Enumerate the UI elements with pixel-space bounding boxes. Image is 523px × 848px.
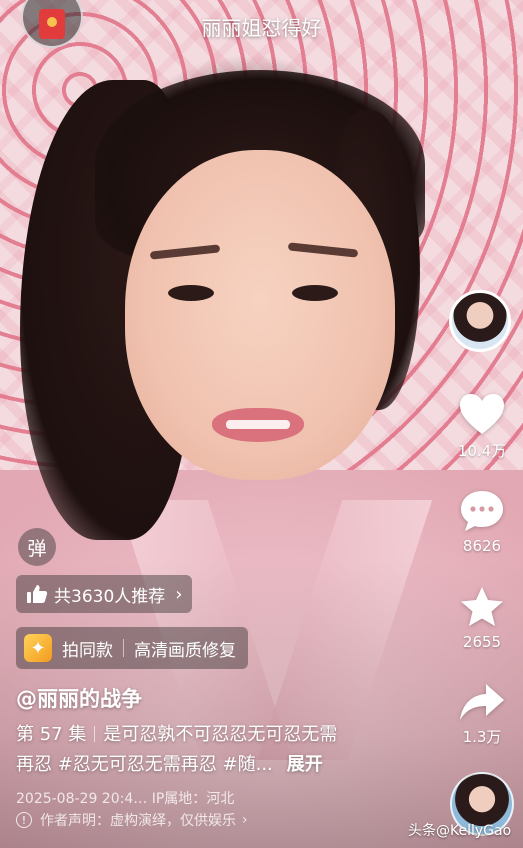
like-count: 10.4万 [457,442,507,460]
warning-icon: ! [16,812,32,828]
comment-button[interactable]: 8626 [446,489,518,555]
eye-left [168,285,214,301]
author-notice[interactable]: ! 作者声明：虚构演绎，仅供娱乐 › [16,810,248,830]
watermark: 头条@KellyGao [408,823,512,839]
share-button[interactable]: 1.3万 [446,682,518,747]
comment-count: 8626 [462,537,502,555]
description-line2: 再忍 #忍无可忍无需再忍 #随... [16,754,273,775]
favorite-count: 2655 [462,633,502,651]
chevron-right-icon: › [175,583,183,605]
expand-button[interactable]: 展开 [287,754,323,775]
thumbs-up-icon [27,585,48,603]
hd-repair-button[interactable]: 高清画质修复 [134,636,236,661]
chevron-right-icon: › [242,812,248,828]
eye-right [292,285,338,301]
sparkle-icon: ✦ [24,634,52,662]
effects-pill[interactable]: ✦ 拍同款 高清画质修复 [16,627,248,669]
like-button[interactable]: 10.4万 [446,392,518,461]
author-avatar[interactable] [449,290,511,352]
episode-divider [94,726,96,742]
episode-label[interactable]: 第 57 集 [16,724,86,745]
shoot-same-button[interactable]: 拍同款 [62,636,113,661]
star-icon [461,587,503,626]
heart-icon [460,394,504,434]
danmu-toggle-button[interactable]: 弹 [18,528,56,566]
share-count: 1.3万 [462,728,502,746]
mouth [212,408,304,442]
recommend-label: 共3630人推荐 [54,586,166,607]
recommend-pill[interactable]: 共3630人推荐 › [16,575,193,613]
share-arrow-icon [460,684,504,720]
pill-divider [123,639,124,657]
description-line1: 是可忍孰不可忍忍无可忍无需 [103,724,338,745]
post-meta: 2025-08-29 20:4… IP属地：河北 [16,791,235,807]
notice-text: 作者声明：虚构演绎，仅供娱乐 [40,813,236,829]
comment-bubble-icon [461,491,503,531]
video-caption: 丽丽姐怼得好 [201,16,322,40]
danmu-label: 弹 [27,537,47,560]
author-name[interactable]: @丽丽的战争 [16,683,142,713]
video-description: 第 57 集是可忍孰不可忍忍无可忍无需 再忍 #忍无可忍无需再忍 #随... 展开 [16,720,416,780]
favorite-button[interactable]: 2655 [446,585,518,651]
